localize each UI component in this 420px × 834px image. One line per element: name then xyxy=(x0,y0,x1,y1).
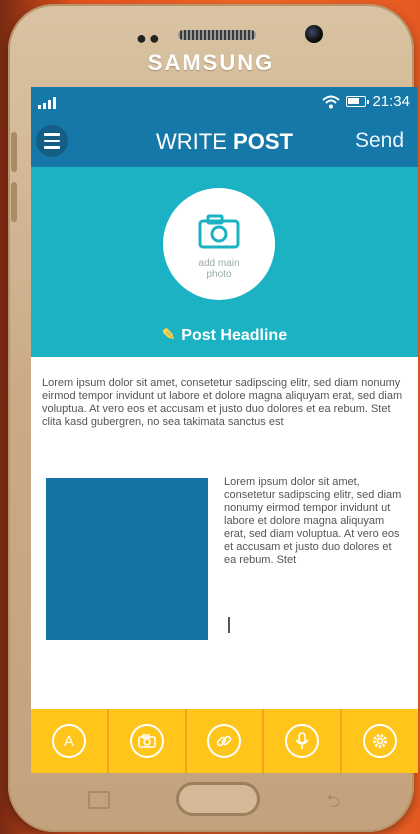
text-format-button[interactable]: A xyxy=(31,709,109,773)
add-main-photo-button[interactable]: add main photo xyxy=(163,188,275,300)
settings-button[interactable] xyxy=(342,709,418,773)
link-icon xyxy=(217,735,232,747)
send-button[interactable]: Send xyxy=(355,129,404,153)
side-paragraph[interactable]: Lorem ipsum dolor sit amet, consetetur s… xyxy=(224,476,404,567)
home-button[interactable] xyxy=(176,782,260,816)
hardware-buttons: ⮌ xyxy=(8,781,414,821)
status-bar: 21:34 xyxy=(31,87,418,119)
record-audio-button[interactable] xyxy=(264,709,343,773)
headline-text: Post Headline xyxy=(181,327,288,344)
text-format-icon: A xyxy=(63,732,74,750)
app-bar: WRITE POST Send xyxy=(31,119,418,167)
post-headline[interactable]: ✎ Post Headline xyxy=(31,325,418,345)
insert-link-button[interactable] xyxy=(187,709,265,773)
brand-logo: SAMSUNG xyxy=(147,50,275,75)
body-paragraph[interactable]: Lorem ipsum dolor sit amet, consetetur s… xyxy=(42,377,407,429)
pencil-icon: ✎ xyxy=(161,327,176,344)
hero-section: add main photo ✎ Post Headline xyxy=(31,167,418,357)
page-title-bold: POST xyxy=(233,129,293,154)
insert-photo-button[interactable] xyxy=(109,709,187,773)
microphone-icon xyxy=(295,732,309,749)
status-time: 21:34 xyxy=(372,93,410,110)
screen: 21:34 WRITE POST Send add main photo ✎ P… xyxy=(31,87,418,773)
settings-icon xyxy=(373,734,388,748)
volume-up-button xyxy=(11,132,17,172)
page-title-light: WRITE xyxy=(156,129,227,154)
editor-toolbar: A xyxy=(31,709,418,773)
volume-down-button xyxy=(11,182,17,222)
battery-icon xyxy=(346,96,370,107)
phone-frame: ●● SAMSUNG 21:34 WRITE POST Send add mai… xyxy=(8,4,418,832)
inline-image[interactable] xyxy=(46,478,208,640)
camera-icon xyxy=(137,734,156,748)
earpiece-speaker xyxy=(178,30,256,40)
photo-label-line2: photo xyxy=(206,269,232,280)
wifi-icon xyxy=(322,95,341,108)
back-icon[interactable]: ⮌ xyxy=(326,789,340,819)
sensor-dots: ●● xyxy=(136,28,162,48)
signal-icon xyxy=(38,97,56,109)
front-camera xyxy=(305,25,323,43)
camera-icon xyxy=(198,214,240,249)
recent-apps-icon[interactable] xyxy=(88,791,110,809)
photo-label-line1: add main xyxy=(198,258,240,269)
text-cursor xyxy=(228,617,230,633)
